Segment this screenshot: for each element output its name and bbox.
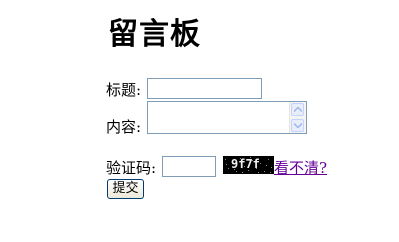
chevron-down-icon (294, 123, 302, 128)
title-input[interactable] (147, 78, 262, 99)
captcha-label: 验证码: (106, 159, 157, 177)
captcha-input[interactable] (162, 156, 216, 177)
content-label: 内容: (106, 118, 142, 136)
chevron-up-icon (294, 107, 302, 112)
scroll-up-button[interactable] (291, 103, 304, 116)
textarea-scrollbar[interactable] (289, 102, 306, 133)
title-label: 标题: (106, 81, 142, 99)
captcha-image[interactable]: 9f7f (223, 156, 274, 174)
content-textarea[interactable] (147, 101, 307, 134)
submit-button[interactable]: 提交 (107, 179, 144, 199)
page-title: 留言板 (108, 17, 201, 52)
guestbook-page: 留言板 标题: 内容: 验证码: 9f7f 看不清? 提交 (0, 0, 399, 242)
scroll-down-button[interactable] (291, 119, 304, 132)
refresh-captcha-link[interactable]: 看不清? (274, 159, 327, 177)
captcha-text: 9f7f (231, 157, 260, 171)
